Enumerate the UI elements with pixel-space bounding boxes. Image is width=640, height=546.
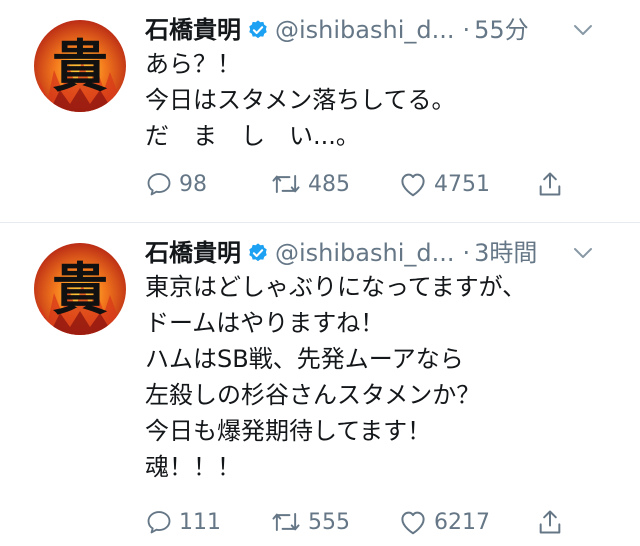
tweet-text-line: ドームはやりますね！ (145, 309, 385, 337)
share-button[interactable] (537, 164, 563, 204)
separator-dot: · (462, 239, 471, 267)
retweet-count: 555 (308, 509, 350, 535)
timeline: 貴 石橋貴明 @ishibashi_d... · 55分 あら？！ 今日はスタメ… (0, 0, 640, 546)
retweet-icon (272, 513, 300, 531)
tweet-text-line: だ ま し い...。 (145, 122, 360, 150)
retweet-icon (272, 175, 300, 193)
chevron-down-icon[interactable] (571, 18, 595, 42)
tweet-header: 石橋貴明 @ishibashi_d... · 55分 (145, 14, 625, 46)
retweet-button[interactable]: 485 (270, 164, 350, 204)
avatar[interactable]: 貴 (34, 20, 126, 112)
reply-count: 111 (179, 509, 221, 535)
heart-icon (401, 511, 425, 535)
heart-icon (401, 173, 425, 197)
verified-badge-icon (249, 243, 267, 262)
tweet-text-line: 魂！！！ (145, 453, 241, 481)
avatar[interactable]: 貴 (34, 243, 126, 335)
username[interactable]: @ishibashi_d... (275, 14, 455, 46)
like-button[interactable]: 6217 (398, 502, 490, 542)
tweet-text-line: ハムはSB戦、先発ムーアなら (145, 345, 464, 373)
display-name[interactable]: 石橋貴明 (145, 237, 241, 269)
tweet-actions: 98 485 4751 (145, 164, 615, 204)
like-count: 4751 (434, 171, 490, 197)
share-button[interactable] (537, 502, 563, 542)
retweet-count: 485 (308, 171, 350, 197)
reply-count: 98 (179, 171, 207, 197)
like-count: 6217 (434, 509, 490, 535)
share-icon (539, 172, 561, 196)
display-name[interactable]: 石橋貴明 (145, 14, 241, 46)
chevron-down-icon[interactable] (571, 241, 595, 265)
tweet-text: 東京はどしゃぶりになってますが、 ドームはやりますね！ ハムはSB戦、先発ムーア… (145, 269, 625, 485)
tweet-text-line: あら？！ (145, 50, 241, 78)
verified-badge-icon (249, 20, 267, 39)
username[interactable]: @ishibashi_d... (275, 237, 455, 269)
tweet-text-line: 東京はどしゃぶりになってますが、 (145, 273, 527, 301)
tweet-text-line: 今日も爆発期待してます！ (145, 417, 432, 445)
tweet[interactable]: 貴 石橋貴明 @ishibashi_d... · 55分 あら？！ 今日はスタメ… (0, 0, 640, 222)
share-icon (539, 510, 561, 534)
reply-button[interactable]: 111 (145, 502, 221, 542)
timestamp[interactable]: 3時間 (474, 237, 537, 269)
tweet-text: あら？！ 今日はスタメン落ちしてる。 だ ま し い...。 (145, 46, 625, 154)
tweet[interactable]: 貴 石橋貴明 @ishibashi_d... · 3時間 東京はどしゃぶりになっ… (0, 223, 640, 546)
avatar-fire-image: 貴 (34, 20, 126, 112)
retweet-button[interactable]: 555 (270, 502, 350, 542)
reply-button[interactable]: 98 (145, 164, 207, 204)
tweet-header: 石橋貴明 @ishibashi_d... · 3時間 (145, 237, 625, 269)
avatar-char: 貴 (52, 34, 108, 100)
separator-dot: · (462, 16, 471, 44)
reply-icon (147, 173, 171, 196)
reply-icon (147, 511, 171, 534)
tweet-text-line: 左殺しの杉谷さんスタメンか？ (145, 381, 481, 409)
like-button[interactable]: 4751 (398, 164, 490, 204)
avatar-fire-image: 貴 (34, 243, 126, 335)
timestamp[interactable]: 55分 (474, 14, 529, 46)
tweet-actions: 111 555 6217 (145, 502, 615, 542)
avatar-char: 貴 (52, 257, 108, 323)
tweet-text-line: 今日はスタメン落ちしてる。 (145, 86, 456, 114)
